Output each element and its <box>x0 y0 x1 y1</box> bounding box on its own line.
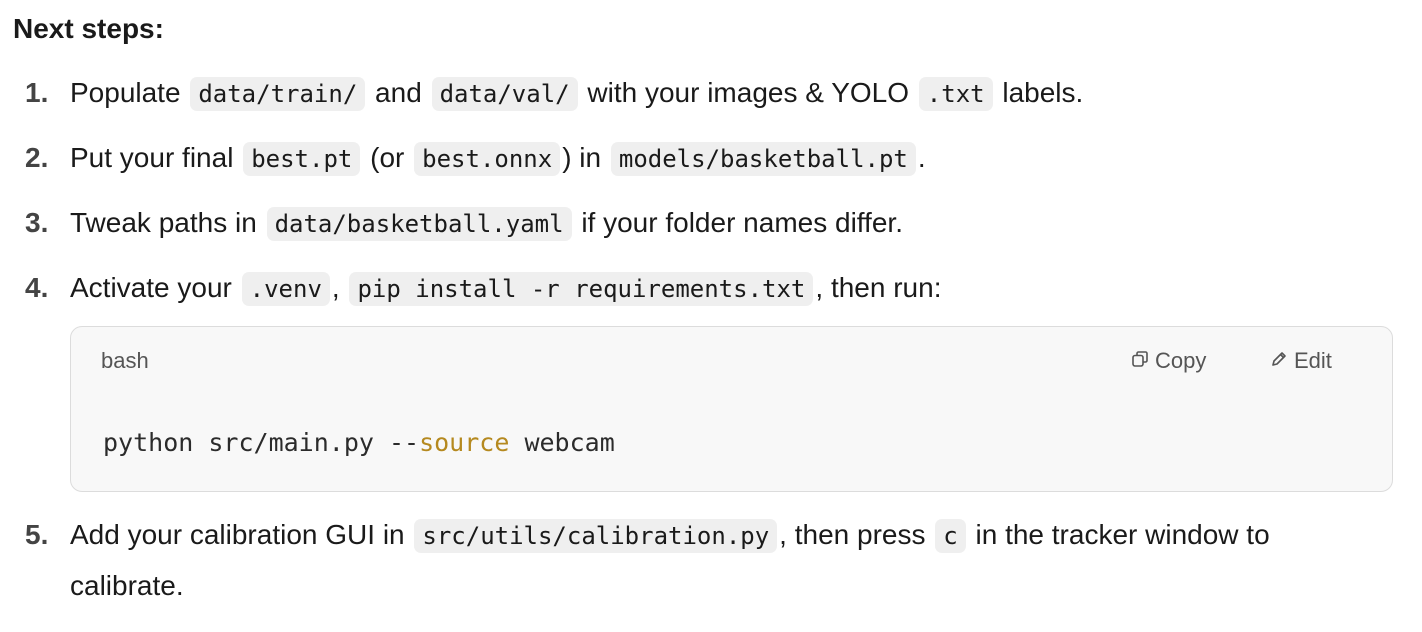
text-run: , then press <box>779 519 934 550</box>
code-text: webcam <box>509 428 615 457</box>
text-run: Activate your <box>70 272 240 303</box>
step-text: Populate data/train/ and data/val/ with … <box>70 74 1083 113</box>
step-number: 4. <box>25 272 49 303</box>
step-number: 5. <box>25 519 49 550</box>
code-keyword: source <box>419 428 510 457</box>
step-number: 1. <box>25 77 49 108</box>
step-text: Tweak paths in data/basketball.yaml if y… <box>70 204 903 243</box>
copy-icon <box>1131 348 1149 374</box>
text-run: Tweak paths in <box>70 207 265 238</box>
inline-code: models/basketball.pt <box>610 142 916 176</box>
text-run: with your images & YOLO <box>579 77 917 108</box>
code-language-label: bash <box>101 348 149 373</box>
inline-code: c <box>935 519 966 553</box>
step-text: Put your final best.pt (or best.onnx) in… <box>70 139 926 178</box>
inline-code: .venv <box>241 272 330 306</box>
inline-code: src/utils/calibration.py <box>414 519 778 553</box>
step-text: Add your calibration GUI in src/utils/ca… <box>70 510 1390 611</box>
step-number: 2. <box>25 142 49 173</box>
edit-pencil-icon <box>1270 348 1288 374</box>
chat-message: Next steps: 1. Populate data/train/ and … <box>0 0 1422 632</box>
step-text: Activate your .venv, pip install -r requ… <box>70 269 941 308</box>
code-line: python src/main.py --source webcam <box>103 427 615 459</box>
text-run: if your folder names differ. <box>573 207 903 238</box>
section-heading: Next steps: <box>13 13 164 44</box>
inline-code: pip install -r requirements.txt <box>349 272 814 306</box>
text-run: , then run: <box>815 272 942 303</box>
copy-button-label: Copy <box>1155 348 1207 373</box>
inline-code: best.pt <box>243 142 361 176</box>
step-number: 3. <box>25 207 49 238</box>
text-run: ) in <box>562 142 609 173</box>
text-run: Populate <box>70 77 189 108</box>
inline-code: data/val/ <box>431 77 578 111</box>
inline-code: best.onnx <box>414 142 561 176</box>
inline-code: .txt <box>918 77 993 111</box>
text-run: Add your calibration GUI in <box>70 519 413 550</box>
copy-button[interactable]: Copy <box>1131 345 1206 377</box>
text-run: . <box>917 142 926 173</box>
inline-code: data/basketball.yaml <box>266 207 572 241</box>
inline-code: data/train/ <box>190 77 366 111</box>
text-run: (or <box>362 142 413 173</box>
code-block: bash Copy Edit python src/main.py --sour… <box>70 326 1393 492</box>
edit-button-label: Edit <box>1294 348 1332 373</box>
text-run: Put your final <box>70 142 242 173</box>
edit-button[interactable]: Edit <box>1270 345 1332 377</box>
text-run: , <box>331 272 348 303</box>
text-run: and <box>367 77 430 108</box>
text-run: labels. <box>994 77 1084 108</box>
code-text: python src/main.py -- <box>103 428 420 457</box>
